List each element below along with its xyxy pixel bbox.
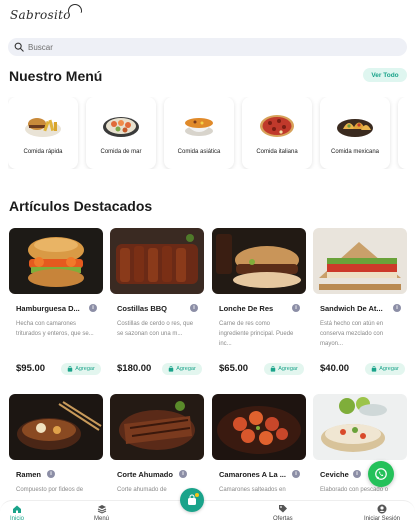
search-input[interactable] (28, 42, 398, 52)
product-image[interactable] (9, 394, 103, 460)
whatsapp-icon (375, 468, 387, 480)
product-image[interactable] (313, 228, 407, 294)
product-price: $180.00 (117, 363, 152, 374)
info-icon[interactable]: i (179, 470, 187, 478)
add-label: Agregar (75, 366, 95, 372)
cart-icon (371, 366, 377, 372)
whatsapp-button[interactable] (368, 461, 394, 487)
pizza-icon (257, 111, 297, 139)
nav-offers[interactable]: Ofertas (273, 504, 293, 522)
nav-offers-label: Ofertas (273, 516, 293, 522)
brand-logo[interactable]: Sabrosito (10, 4, 82, 22)
cart-badge (195, 493, 199, 497)
category-label: Comida mexicana (330, 149, 380, 155)
product-image[interactable] (110, 228, 204, 294)
category-carousel[interactable]: Comida rápida Comida de mar Comida asiát… (8, 97, 415, 169)
product-image[interactable] (9, 228, 103, 294)
layers-icon (97, 505, 106, 514)
info-icon[interactable]: i (353, 470, 361, 478)
taco-plate-icon (335, 111, 375, 139)
info-icon[interactable]: i (89, 304, 97, 312)
tag-icon (278, 505, 287, 513)
add-to-cart-button[interactable]: Agregar (61, 363, 101, 375)
product-image[interactable] (212, 394, 306, 460)
burger-plate-icon (23, 111, 63, 139)
featured-grid: Hamburguesa D... i Hecha con camarones t… (0, 228, 415, 529)
product-name: Ramen (16, 470, 42, 479)
user-icon (377, 504, 387, 514)
product-name: Corte Ahumado (117, 470, 173, 479)
info-icon[interactable]: i (393, 304, 401, 312)
category-label: Comida de mar (100, 149, 142, 155)
product-description: Está hecho con atún en conserva mezclado… (320, 321, 384, 347)
category-more[interactable] (398, 97, 415, 169)
category-asian[interactable]: Comida asiática (164, 97, 234, 169)
product-description: Hecha con camarones triturados y enteros… (16, 321, 94, 337)
seafood-plate-icon (101, 111, 141, 139)
product-image[interactable] (212, 228, 306, 294)
category-mexican[interactable]: Comida mexicana (320, 97, 390, 169)
product-name: Ceviche (320, 470, 349, 479)
nav-login[interactable]: Iniciar Sesión (364, 504, 400, 522)
product-card[interactable]: Lonche De Res i Carne de res como ingred… (212, 228, 306, 386)
product-price: $65.00 (219, 363, 249, 374)
info-icon[interactable]: i (190, 304, 198, 312)
logo-text: Sabrosito (10, 8, 71, 22)
product-description: Costillas de cerdo o res, que se sazonan… (117, 321, 194, 337)
product-card[interactable]: Sandwich De At... i Está hecho con atún … (313, 228, 407, 386)
bottom-navigation: Inicio Menú Ofertas Iniciar Sesión (0, 500, 415, 529)
cart-button[interactable] (180, 488, 204, 512)
add-to-cart-button[interactable]: Agregar (365, 363, 405, 375)
product-name: Costillas BBQ (117, 304, 168, 313)
nav-menu-label: Menú (94, 516, 110, 522)
cart-icon (67, 366, 73, 372)
add-label: Agregar (176, 366, 196, 372)
nav-home-label: Inicio (10, 516, 25, 522)
add-label: Agregar (278, 366, 298, 372)
category-label: Comida italiana (256, 149, 298, 155)
cart-icon (168, 366, 174, 372)
top-bar: Sabrosito (0, 0, 415, 36)
nav-login-label: Iniciar Sesión (364, 516, 401, 522)
category-italian[interactable]: Comida italiana (242, 97, 312, 169)
search-bar[interactable] (8, 38, 407, 56)
info-icon[interactable]: i (292, 304, 300, 312)
chef-hat-icon (68, 4, 82, 13)
nav-home[interactable]: Inicio (10, 504, 24, 522)
product-image[interactable] (110, 394, 204, 460)
search-icon (14, 42, 24, 52)
product-name: Lonche De Res (219, 304, 274, 313)
category-label: Comida rápida (23, 149, 63, 155)
product-card[interactable]: Hamburguesa D... i Hecha con camarones t… (9, 228, 103, 386)
info-icon[interactable]: i (47, 470, 55, 478)
nav-menu[interactable]: Menú (94, 504, 109, 522)
product-price: $95.00 (16, 363, 46, 374)
product-price: $40.00 (320, 363, 350, 374)
soup-bowl-icon (179, 111, 219, 139)
category-label: Comida asiática (177, 149, 221, 155)
see-all-button[interactable]: Ver Todo (363, 68, 407, 82)
menu-section-title: Nuestro Menú (9, 68, 103, 84)
add-to-cart-button[interactable]: Agregar (162, 363, 202, 375)
product-name: Camarones A La ... (219, 470, 286, 479)
product-description: Carne de res como ingrediente principal.… (219, 321, 294, 347)
featured-section-title: Artículos Destacados (9, 198, 153, 214)
product-name: Hamburguesa D... (16, 304, 80, 313)
product-image[interactable] (313, 394, 407, 460)
home-icon (13, 505, 21, 513)
product-card[interactable]: Costillas BBQ i Costillas de cerdo o res… (110, 228, 204, 386)
add-label: Agregar (379, 366, 399, 372)
add-to-cart-button[interactable]: Agregar (264, 363, 304, 375)
cart-icon (270, 366, 276, 372)
info-icon[interactable]: i (292, 470, 300, 478)
category-seafood[interactable]: Comida de mar (86, 97, 156, 169)
category-fast-food[interactable]: Comida rápida (8, 97, 78, 169)
product-name: Sandwich De At... (320, 304, 383, 313)
